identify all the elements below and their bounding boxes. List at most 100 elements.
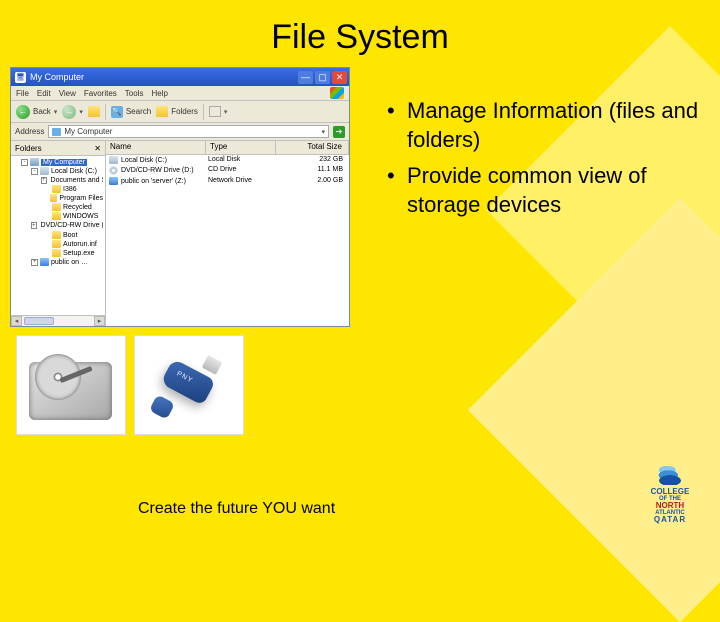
back-label: Back [33, 107, 51, 116]
folders-icon [156, 106, 168, 117]
cell-name: DVD/CD-RW Drive (D:) [121, 167, 194, 174]
folder-tree[interactable]: -My Computer-Local Disk (C:)+Documents a… [11, 156, 105, 315]
folders-label: Folders [171, 107, 198, 116]
expand-toggle[interactable]: - [31, 168, 38, 175]
tree-label: Program Files [59, 195, 103, 202]
menu-edit[interactable]: Edit [37, 89, 51, 98]
tree-item[interactable]: Setup.exe [13, 249, 103, 258]
folder-icon [50, 194, 57, 202]
tree-label: Documents and Settings [51, 177, 103, 184]
menu-favorites[interactable]: Favorites [84, 89, 117, 98]
folder-icon [52, 185, 61, 193]
folders-pane: Folders ✕ -My Computer-Local Disk (C:)+D… [11, 141, 106, 326]
table-row[interactable]: Local Disk (C:)Local Disk232 GB [106, 155, 349, 165]
folder-icon [52, 212, 61, 220]
scroll-left-button[interactable]: ◂ [11, 316, 22, 326]
menu-file[interactable]: File [16, 89, 29, 98]
folders-button[interactable]: Folders [156, 106, 198, 117]
tree-item[interactable]: Autorun.inf [13, 240, 103, 249]
cell-type: Local Disk [206, 156, 276, 164]
menu-help[interactable]: Help [151, 89, 167, 98]
menubar: File Edit View Favorites Tools Help [11, 86, 349, 101]
search-icon: 🔍 [111, 106, 123, 118]
net-icon [109, 177, 118, 185]
table-row[interactable]: DVD/CD-RW Drive (D:)CD Drive11.1 MB [106, 165, 349, 176]
scroll-thumb[interactable] [24, 317, 54, 325]
cd-icon [109, 166, 118, 175]
bullet-item: Manage Information (files and folders) [385, 97, 700, 154]
titlebar: 🖥 My Computer — ▢ ✕ [11, 68, 349, 86]
address-input[interactable]: My Computer ▾ [48, 125, 329, 138]
close-button[interactable]: ✕ [332, 71, 347, 84]
file-list-pane: Name Type Total Size Local Disk (C:)Loca… [106, 141, 349, 326]
up-folder-icon [88, 106, 100, 117]
drive-icon [40, 167, 49, 175]
folders-pane-title: Folders [15, 144, 42, 153]
minimize-button[interactable]: — [298, 71, 313, 84]
tree-item[interactable]: + Documents and Settings [13, 176, 103, 185]
cell-size: 232 GB [276, 156, 349, 164]
close-pane-button[interactable]: ✕ [94, 144, 101, 153]
tree-item[interactable]: + DVD/CD-RW Drive (D:) [13, 221, 103, 231]
tree-item[interactable]: - My Computer [13, 158, 103, 167]
usb-flash-drive-image: PNY [134, 335, 244, 435]
tree-label: Recycled [63, 204, 92, 211]
column-size[interactable]: Total Size [276, 141, 349, 154]
expand-toggle[interactable]: + [41, 177, 47, 184]
horizontal-scrollbar[interactable]: ◂ ▸ [11, 315, 105, 326]
search-button[interactable]: 🔍 Search [111, 106, 151, 118]
address-label: Address [15, 127, 44, 136]
expand-toggle[interactable]: - [21, 159, 28, 166]
cell-size: 11.1 MB [276, 166, 349, 175]
cell-size: 2.00 GB [276, 177, 349, 185]
maximize-button[interactable]: ▢ [315, 71, 330, 84]
cell-type: Network Drive [206, 177, 276, 185]
tree-item[interactable]: WINDOWS [13, 212, 103, 221]
tree-item[interactable]: -Local Disk (C:) [13, 167, 103, 176]
tree-item[interactable]: Recycled [13, 203, 103, 212]
logo-text: COLLEGE [634, 488, 706, 496]
tree-label: My Computer [41, 159, 87, 166]
column-type[interactable]: Type [206, 141, 276, 154]
folder-icon [52, 249, 61, 257]
tree-item[interactable]: I386 [13, 185, 103, 194]
drive-icon [109, 156, 118, 164]
chevron-down-icon: ▾ [224, 108, 228, 116]
views-button[interactable]: ▾ [209, 106, 228, 117]
forward-arrow-icon: → [62, 105, 76, 119]
expand-toggle[interactable]: + [31, 222, 37, 229]
table-row[interactable]: public on 'server' (Z:) Network Drive2.00… [106, 176, 349, 186]
explorer-window: 🖥 My Computer — ▢ ✕ File Edit View Favor… [10, 67, 350, 327]
up-button[interactable] [88, 106, 100, 117]
tree-label: I386 [63, 186, 77, 193]
tree-item[interactable]: Boot [13, 231, 103, 240]
forward-button[interactable]: → ▾ [62, 105, 83, 119]
menu-tools[interactable]: Tools [125, 89, 144, 98]
logo-text: NORTH [634, 502, 706, 510]
my-computer-icon: 🖥 [15, 72, 26, 83]
tree-label: public on … [51, 259, 88, 266]
expand-toggle[interactable]: + [31, 259, 38, 266]
chevron-down-icon: ▾ [54, 108, 58, 116]
menu-view[interactable]: View [59, 89, 76, 98]
chevron-down-icon: ▾ [321, 128, 325, 136]
tree-label: Setup.exe [63, 250, 95, 257]
address-bar: Address My Computer ▾ ➔ [11, 123, 349, 141]
cell-name: public on 'server' (Z:) [121, 178, 186, 185]
back-button[interactable]: ← Back ▾ [16, 105, 57, 119]
tree-label: WINDOWS [63, 213, 98, 220]
address-value: My Computer [64, 127, 112, 136]
tagline: Create the future YOU want [138, 500, 335, 518]
column-name[interactable]: Name [106, 141, 206, 154]
go-button[interactable]: ➔ [333, 126, 345, 138]
bullet-list: Manage Information (files and folders) P… [385, 97, 700, 219]
wave-icon [653, 463, 687, 485]
views-icon [209, 106, 221, 117]
column-headers: Name Type Total Size [106, 141, 349, 155]
tree-label: DVD/CD-RW Drive (D:) [41, 222, 103, 229]
tree-item[interactable]: Program Files [13, 194, 103, 203]
tree-item[interactable]: + public on … [13, 258, 103, 267]
scroll-right-button[interactable]: ▸ [94, 316, 105, 326]
windows-logo-icon [330, 87, 344, 99]
slide-title: File System [0, 0, 720, 67]
